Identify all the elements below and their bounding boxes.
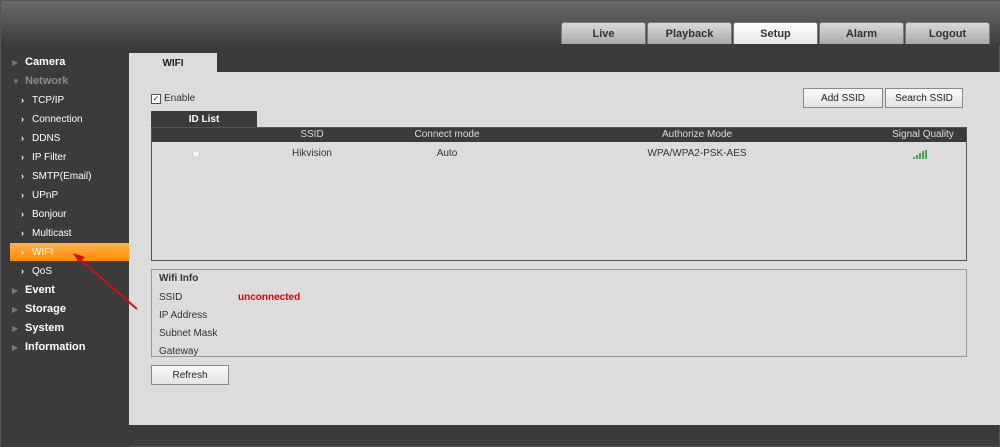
cell-connect-mode: Auto (436, 148, 458, 159)
collapsed-arrow-icon: ▶ (12, 342, 19, 352)
column-header-signal-quality: Signal Quality (892, 129, 954, 140)
sidebar-item-connection[interactable]: › Connection (1, 110, 129, 128)
refresh-button[interactable]: Refresh (151, 365, 229, 385)
sidebar-item-bonjour[interactable]: › Bonjour (1, 205, 129, 223)
sidebar-item-system[interactable]: ▶ System (1, 319, 129, 337)
annotation-arrow-icon (73, 253, 138, 310)
cell-authorize-mode: WPA/WPA2-PSK-AES (647, 148, 747, 159)
chevron-right-icon: › (21, 152, 24, 162)
sidebar-item-camera[interactable]: ▶ Camera (1, 53, 129, 71)
sidebar-label: Information (25, 341, 86, 353)
ip-address-label: IP Address (159, 310, 208, 321)
sidebar-item-ip-filter[interactable]: › IP Filter (1, 148, 129, 166)
main-content: WIFI ✓ Enable Add SSID Search SSID ID Li… (129, 53, 1000, 425)
chevron-right-icon: › (21, 95, 24, 105)
tab-playback[interactable]: Playback (647, 22, 732, 44)
collapsed-arrow-icon: ▶ (12, 304, 19, 314)
collapsed-arrow-icon: ▶ (12, 57, 19, 67)
page-tab-wifi[interactable]: WIFI (129, 53, 217, 73)
sidebar-label: WIFI (32, 246, 54, 258)
wifi-settings-panel: ✓ Enable Add SSID Search SSID ID List SS… (129, 72, 1000, 425)
sidebar-label: UPnP (32, 189, 59, 201)
expanded-arrow-icon: ▼ (12, 76, 20, 86)
column-header-connect-mode: Connect mode (414, 129, 480, 140)
sidebar-item-multicast[interactable]: › Multicast (1, 224, 129, 242)
chevron-right-icon: › (21, 266, 24, 276)
enable-label: Enable (164, 93, 196, 104)
tab-live[interactable]: Live (561, 22, 646, 44)
wifi-info-title: Wifi Info (159, 273, 199, 284)
cell-ssid: Hikvision (291, 148, 332, 159)
row-radio-button[interactable] (192, 150, 200, 158)
wifi-info-box: Wifi Info SSID unconnected IP Address Su… (151, 269, 967, 357)
chevron-right-icon: › (21, 228, 24, 238)
main-nav-tabs: Live Playback Setup Alarm Logout (561, 22, 991, 44)
collapsed-arrow-icon: ▶ (12, 285, 19, 295)
ssid-label: SSID (159, 292, 183, 303)
column-header-authorize-mode: Authorize Mode (661, 129, 733, 140)
top-navigation-bar: Live Playback Setup Alarm Logout (1, 1, 1000, 45)
chevron-right-icon: › (21, 247, 24, 257)
connection-status-value: unconnected (238, 292, 301, 303)
table-header: SSID Connect mode Authorize Mode Signal … (152, 128, 966, 142)
sidebar-label: QoS (32, 265, 53, 277)
sidebar-label: Bonjour (32, 208, 67, 220)
tab-id-list[interactable]: ID List (151, 111, 257, 127)
sidebar-label: System (25, 322, 65, 334)
app-window: Live Playback Setup Alarm Logout ▶ Camer… (0, 0, 1000, 447)
sidebar-item-smtp[interactable]: › SMTP(Email) (1, 167, 129, 185)
enable-checkbox[interactable]: ✓ (151, 93, 161, 104)
sidebar-label: Network (25, 75, 69, 87)
chevron-right-icon: › (21, 133, 24, 143)
column-header-ssid: SSID (300, 129, 324, 140)
chevron-right-icon: › (21, 114, 24, 124)
sidebar-label: IP Filter (32, 151, 67, 163)
sidebar-label: Event (25, 284, 55, 296)
subnet-mask-label: Subnet Mask (159, 328, 218, 339)
tab-logout[interactable]: Logout (905, 22, 990, 44)
sidebar-label: Storage (25, 303, 66, 315)
sidebar-item-ddns[interactable]: › DDNS (1, 129, 129, 147)
collapsed-arrow-icon: ▶ (12, 323, 19, 333)
sidebar-label: Camera (25, 56, 66, 68)
sidebar-label: TCP/IP (32, 94, 65, 106)
tab-alarm[interactable]: Alarm (819, 22, 904, 44)
enable-row: ✓ Enable (151, 93, 195, 104)
sidebar-label: DDNS (32, 132, 61, 144)
search-ssid-button[interactable]: Search SSID (885, 88, 963, 108)
sidebar-label: Connection (32, 113, 83, 125)
sidebar-item-network[interactable]: ▼ Network (1, 72, 129, 90)
ssid-table: SSID Connect mode Authorize Mode Signal … (151, 127, 967, 261)
chevron-right-icon: › (21, 209, 24, 219)
sidebar-item-upnp[interactable]: › UPnP (1, 186, 129, 204)
gateway-label: Gateway (159, 346, 199, 357)
sidebar-label: Multicast (32, 227, 72, 239)
sidebar-item-information[interactable]: ▶ Information (1, 338, 129, 356)
chevron-right-icon: › (21, 190, 24, 200)
signal-bars-icon (913, 150, 927, 159)
chevron-right-icon: › (21, 171, 24, 181)
tab-setup[interactable]: Setup (733, 22, 818, 44)
sidebar-item-tcpip[interactable]: › TCP/IP (1, 91, 129, 109)
sidebar-label: SMTP(Email) (32, 170, 92, 182)
add-ssid-button[interactable]: Add SSID (803, 88, 883, 108)
